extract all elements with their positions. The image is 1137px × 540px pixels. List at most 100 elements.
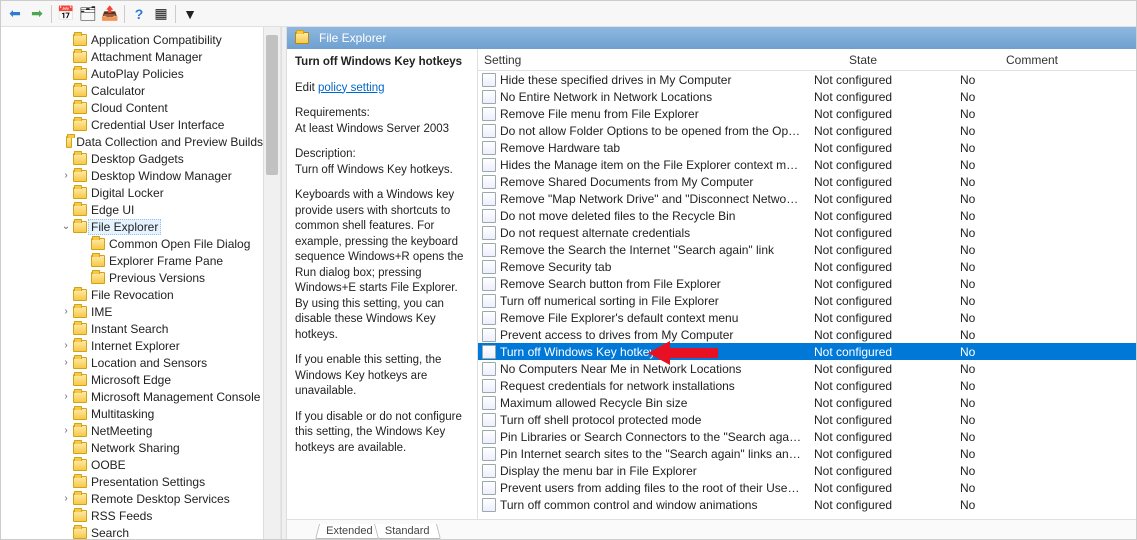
tree-item[interactable]: ·Multitasking	[61, 405, 263, 422]
tree-item[interactable]: ›NetMeeting	[61, 422, 263, 439]
export-icon[interactable]: 📤	[100, 4, 120, 24]
tree-item[interactable]: ·Attachment Manager	[61, 48, 263, 65]
calendar-icon[interactable]: 📅	[56, 4, 76, 24]
settings-row[interactable]: Request credentials for network installa…	[478, 377, 1136, 394]
chevron-right-icon[interactable]: ›	[61, 391, 71, 402]
tree-item[interactable]: ›Desktop Window Manager	[61, 167, 263, 184]
tree-item[interactable]: ›Remote Desktop Services	[61, 490, 263, 507]
chevron-right-icon[interactable]: ›	[61, 306, 71, 317]
tree-item[interactable]: ·Desktop Gadgets	[61, 150, 263, 167]
tab-standard[interactable]: Standard	[374, 524, 441, 539]
tree-item-label: File Explorer	[88, 219, 161, 235]
settings-row[interactable]: No Computers Near Me in Network Location…	[478, 360, 1136, 377]
settings-row[interactable]: Do not move deleted files to the Recycle…	[478, 207, 1136, 224]
tree-item[interactable]: ·Search	[61, 524, 263, 539]
tree-item-label: File Revocation	[91, 288, 174, 302]
tree-item[interactable]: ·File Revocation	[61, 286, 263, 303]
settings-row[interactable]: Turn off shell protocol protected modeNo…	[478, 411, 1136, 428]
tree-item[interactable]: ›Microsoft Management Console	[61, 388, 263, 405]
folder-icon	[91, 238, 105, 250]
back-icon[interactable]: ⬅	[5, 4, 25, 24]
table-icon[interactable]: ▦	[151, 4, 171, 24]
filter-icon[interactable]: ▼	[180, 4, 200, 24]
tree-item[interactable]: ·Cloud Content	[61, 99, 263, 116]
tree-item[interactable]: ·Credential User Interface	[61, 116, 263, 133]
col-state[interactable]: State	[798, 53, 928, 67]
folder-icon	[73, 374, 87, 386]
col-setting[interactable]: Setting	[478, 53, 798, 67]
settings-row[interactable]: Do not request alternate credentialsNot …	[478, 224, 1136, 241]
tree-item[interactable]: ·Presentation Settings	[61, 473, 263, 490]
tree-item[interactable]: ·AutoPlay Policies	[61, 65, 263, 82]
props-icon[interactable]: 🗂	[78, 4, 98, 24]
col-comment[interactable]: Comment	[928, 53, 1136, 67]
settings-row[interactable]: Maximum allowed Recycle Bin sizeNot conf…	[478, 394, 1136, 411]
help-icon[interactable]: ?	[129, 4, 149, 24]
setting-state: Not configured	[802, 158, 932, 172]
settings-row[interactable]: No Entire Network in Network LocationsNo…	[478, 88, 1136, 105]
settings-row[interactable]: Remove "Map Network Drive" and "Disconne…	[478, 190, 1136, 207]
policy-icon	[482, 277, 496, 291]
settings-row[interactable]: Remove Search button from File ExplorerN…	[478, 275, 1136, 292]
scrollbar-thumb[interactable]	[266, 35, 278, 175]
tree-item[interactable]: ·Previous Versions	[61, 269, 263, 286]
tree-item[interactable]: ›IME	[61, 303, 263, 320]
setting-name: Remove Hardware tab	[500, 141, 802, 155]
tree-item[interactable]: ·Explorer Frame Pane	[61, 252, 263, 269]
tree-item[interactable]: ·Common Open File Dialog	[61, 235, 263, 252]
tree-item[interactable]: ·Application Compatibility	[61, 31, 263, 48]
settings-row[interactable]: Remove Security tabNot configuredNo	[478, 258, 1136, 275]
settings-row[interactable]: Display the menu bar in File ExplorerNot…	[478, 462, 1136, 479]
tree-item[interactable]: ›Location and Sensors	[61, 354, 263, 371]
tree-item[interactable]: ·Instant Search	[61, 320, 263, 337]
tree-item[interactable]: ·Network Sharing	[61, 439, 263, 456]
tree-item[interactable]: ·Data Collection and Preview Builds	[61, 133, 263, 150]
settings-row[interactable]: Remove Hardware tabNot configuredNo	[478, 139, 1136, 156]
tree-item[interactable]: ·RSS Feeds	[61, 507, 263, 524]
tree-item[interactable]: ·Calculator	[61, 82, 263, 99]
tree-scrollbar[interactable]	[263, 27, 280, 539]
tree-item-label: Explorer Frame Pane	[109, 254, 223, 268]
settings-row[interactable]: Hide these specified drives in My Comput…	[478, 71, 1136, 88]
toolbar-sep	[175, 5, 176, 23]
settings-row[interactable]: Turn off common control and window anima…	[478, 496, 1136, 513]
policy-icon	[482, 260, 496, 274]
settings-row[interactable]: Pin Internet search sites to the "Search…	[478, 445, 1136, 462]
tree-item[interactable]: ·Microsoft Edge	[61, 371, 263, 388]
tree-item[interactable]: ·Digital Locker	[61, 184, 263, 201]
settings-row[interactable]: Remove File menu from File ExplorerNot c…	[478, 105, 1136, 122]
folder-icon	[73, 221, 87, 233]
settings-list[interactable]: Hide these specified drives in My Comput…	[478, 71, 1136, 519]
chevron-right-icon[interactable]: ›	[61, 425, 71, 436]
settings-row[interactable]: Remove File Explorer's default context m…	[478, 309, 1136, 326]
folder-icon	[73, 289, 87, 301]
nav-tree[interactable]: ·Application Compatibility·Attachment Ma…	[1, 27, 263, 539]
settings-row[interactable]: Turn off numerical sorting in File Explo…	[478, 292, 1136, 309]
settings-row[interactable]: Hides the Manage item on the File Explor…	[478, 156, 1136, 173]
policy-icon	[482, 464, 496, 478]
chevron-right-icon[interactable]: ›	[61, 357, 71, 368]
forward-icon[interactable]: ➡	[27, 4, 47, 24]
folder-icon	[73, 85, 87, 97]
settings-row[interactable]: Do not allow Folder Options to be opened…	[478, 122, 1136, 139]
settings-row[interactable]: Prevent access to drives from My Compute…	[478, 326, 1136, 343]
setting-name: Maximum allowed Recycle Bin size	[500, 396, 802, 410]
tree-item[interactable]: ⌄ File Explorer	[61, 218, 263, 235]
tree-item[interactable]: ·Edge UI	[61, 201, 263, 218]
chevron-right-icon[interactable]: ›	[61, 340, 71, 351]
settings-row[interactable]: Turn off Windows Key hotkeysNot configur…	[478, 343, 1136, 360]
settings-row[interactable]: Remove the Search the Internet "Search a…	[478, 241, 1136, 258]
tab-extended[interactable]: Extended	[315, 524, 384, 539]
setting-comment: No	[932, 345, 1136, 359]
chevron-right-icon[interactable]: ›	[61, 493, 71, 504]
settings-row[interactable]: Prevent users from adding files to the r…	[478, 479, 1136, 496]
tree-item[interactable]: ·OOBE	[61, 456, 263, 473]
edit-policy-link[interactable]: policy setting	[318, 82, 384, 94]
settings-row[interactable]: Pin Libraries or Search Connectors to th…	[478, 428, 1136, 445]
settings-row[interactable]: Remove Shared Documents from My Computer…	[478, 173, 1136, 190]
folder-icon	[73, 408, 87, 420]
chevron-right-icon[interactable]: ›	[61, 170, 71, 181]
chevron-down-icon[interactable]: ⌄	[61, 221, 71, 232]
tree-item-label: Search	[91, 526, 129, 540]
tree-item[interactable]: ›Internet Explorer	[61, 337, 263, 354]
